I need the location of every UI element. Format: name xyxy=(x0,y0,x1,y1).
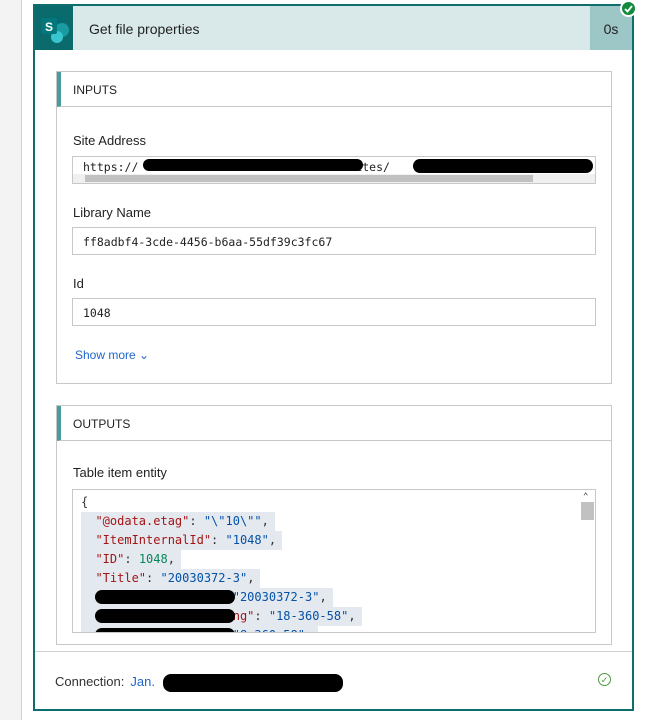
json-line: { xyxy=(81,495,89,509)
redaction xyxy=(143,159,363,171)
divider xyxy=(35,651,632,652)
connection-info: Connection: Jan. xyxy=(55,674,155,689)
library-name-field[interactable]: ff8adbf4-3cde-4456-b6aa-55df39c3fc67 xyxy=(72,227,596,255)
json-output[interactable]: ⌃ { "@odata.etag": "\"10\"", "ItemIntern… xyxy=(72,489,596,633)
site-address-field[interactable]: https://sites/ xyxy=(72,156,596,184)
vertical-scrollbar[interactable]: ⌃ xyxy=(580,490,595,632)
json-line: "ID": 1048, xyxy=(81,550,181,569)
inputs-header: INPUTS xyxy=(57,72,611,107)
horizontal-scrollbar[interactable] xyxy=(73,174,595,183)
outputs-section: OUTPUTS Table item entity ⌃ { "@odata.et… xyxy=(56,405,612,645)
id-label: Id xyxy=(73,276,84,291)
svg-text:S: S xyxy=(45,20,53,34)
site-address-label: Site Address xyxy=(73,133,146,148)
library-name-label: Library Name xyxy=(73,205,152,220)
chevron-down-icon: ⌄ xyxy=(139,348,150,362)
success-check-icon xyxy=(620,0,637,17)
sharepoint-icon: S xyxy=(35,6,73,50)
redaction xyxy=(163,674,343,692)
action-title: Get file properties xyxy=(89,21,200,37)
json-line: "Title": "20030372-3", xyxy=(81,569,261,588)
connection-link[interactable]: Jan. xyxy=(130,674,155,689)
json-line: "@odata.etag": "\"10\"", xyxy=(81,512,275,531)
id-field[interactable]: 1048 xyxy=(72,298,596,326)
json-line: "Sonderbauumfang": "8-360-58", xyxy=(81,626,319,632)
show-more-link[interactable]: Show more ⌄ xyxy=(75,348,149,362)
json-line: "_Angebotsnummer": "20030372-3", xyxy=(81,588,333,607)
action-header[interactable]: S Get file properties 0s xyxy=(35,6,632,50)
json-line: "ItemInternalId": "1048", xyxy=(81,531,283,550)
connection-ok-icon: ✓ xyxy=(598,673,611,686)
inputs-section: INPUTS Site Address https://sites/ Libra… xyxy=(56,71,612,384)
json-line: "_Fahrzeugbezeichnung": "18-360-58", xyxy=(81,607,362,626)
redaction xyxy=(413,159,593,173)
table-item-entity-label: Table item entity xyxy=(73,465,167,480)
action-card: S Get file properties 0s INPUTS Site Add… xyxy=(33,4,634,711)
outputs-header: OUTPUTS xyxy=(57,406,611,441)
